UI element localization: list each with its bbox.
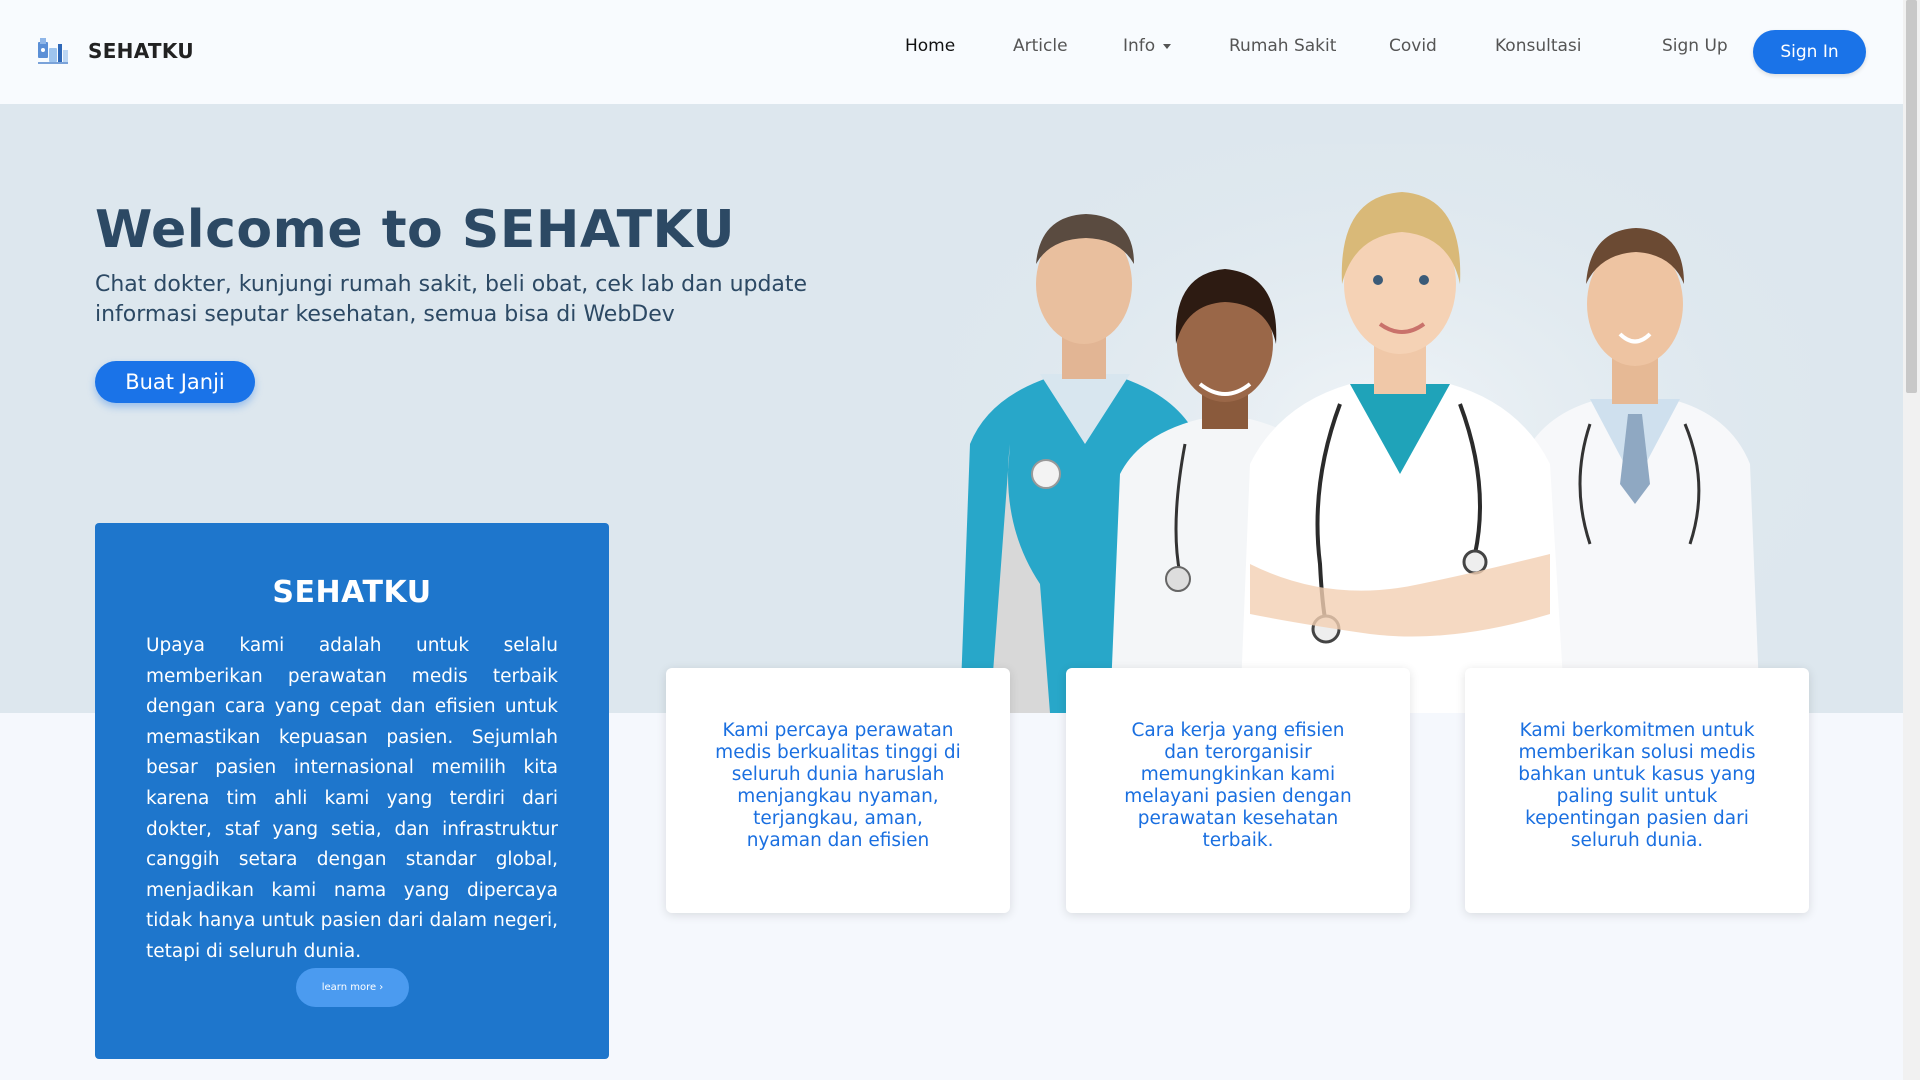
- about-text: Upaya kami adalah untuk selalu memberika…: [146, 635, 558, 962]
- about-title: SEHATKU: [272, 575, 432, 610]
- page-scrollbar[interactable]: [1903, 0, 1920, 1080]
- page: SEHATKU Home Article Info Rumah Sakit Co…: [0, 0, 1920, 1080]
- about-card: SEHATKU Upaya kami adalah untuk selalu m…: [95, 523, 609, 1059]
- chevron-down-icon: [1163, 43, 1172, 49]
- hero-subtitle: Chat dokter, kunjungi rumah sakit, beli …: [95, 272, 808, 327]
- nav-covid[interactable]: Covid: [1389, 36, 1437, 56]
- feature-card-text: Kami percaya perawatan medis berkualitas…: [715, 720, 961, 851]
- learn-more-button[interactable]: learn more ›: [296, 968, 409, 1007]
- nav-article[interactable]: Article: [1013, 36, 1068, 56]
- hero-title: Welcome to SEHATKU: [95, 200, 736, 260]
- nav-rumah-sakit[interactable]: Rumah Sakit: [1229, 36, 1336, 56]
- nav-home[interactable]: Home: [905, 36, 955, 56]
- feature-card-2: Cara kerja yang efisien dan terorganisir…: [1066, 668, 1410, 913]
- feature-card-1: Kami percaya perawatan medis berkualitas…: [666, 668, 1010, 913]
- nav-konsultasi[interactable]: Konsultasi: [1495, 36, 1582, 56]
- feature-card-text: Cara kerja yang efisien dan terorganisir…: [1124, 720, 1352, 851]
- signin-button[interactable]: Sign In: [1753, 30, 1866, 74]
- buat-janji-button[interactable]: Buat Janji: [95, 361, 255, 403]
- nav-info-label: Info: [1123, 36, 1156, 56]
- feature-card-3: Kami berkomitmen untuk memberikan solusi…: [1465, 668, 1809, 913]
- feature-card-text: Kami berkomitmen untuk memberikan solusi…: [1518, 720, 1756, 851]
- nav-links: Home Article Info Rumah Sakit Covid Kons…: [0, 36, 1903, 60]
- scrollbar-thumb[interactable]: [1906, 0, 1917, 393]
- signup-link[interactable]: Sign Up: [1662, 36, 1728, 56]
- doctors-image: [950, 144, 1810, 713]
- nav-info[interactable]: Info: [1123, 36, 1172, 56]
- navbar: SEHATKU Home Article Info Rumah Sakit Co…: [0, 0, 1903, 104]
